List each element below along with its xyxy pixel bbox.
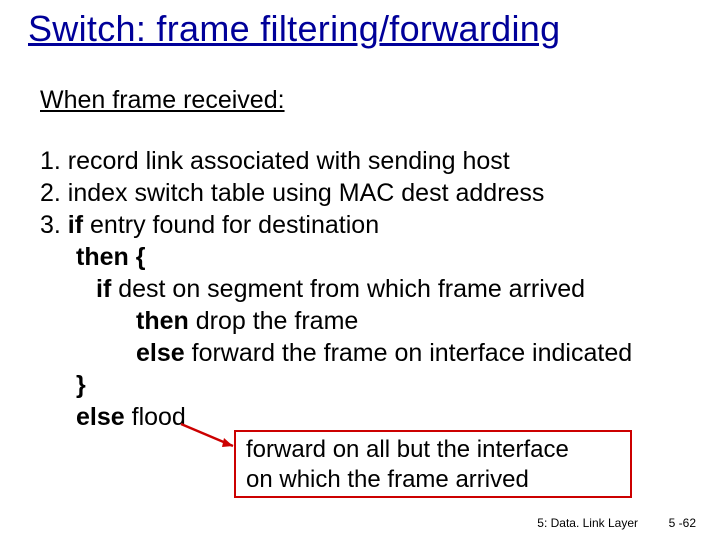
kw-outer-else: else bbox=[76, 403, 125, 431]
footer-page: 5 -62 bbox=[669, 516, 696, 530]
kw-inner-then: then bbox=[136, 307, 189, 335]
then-open: then { bbox=[40, 241, 680, 273]
kw-then-open: then { bbox=[76, 243, 145, 271]
inner-if-cond: dest on segment from which frame arrived bbox=[111, 275, 585, 303]
inner-else: else forward the frame on interface indi… bbox=[40, 337, 680, 369]
flood-callout: forward on all but the interface on whic… bbox=[234, 430, 632, 498]
inner-then: then drop the frame bbox=[40, 305, 680, 337]
inner-if: if dest on segment from which frame arri… bbox=[40, 273, 680, 305]
step-2: 2. index switch table using MAC dest add… bbox=[40, 177, 680, 209]
kw-if: if bbox=[68, 211, 83, 239]
slide-subhead: When frame received: bbox=[40, 86, 285, 115]
algorithm-body: 1. record link associated with sending h… bbox=[40, 145, 680, 433]
step-3: 3. if entry found for destination bbox=[40, 209, 680, 241]
close-brace: } bbox=[40, 369, 680, 401]
slide: Switch: frame filtering/forwarding When … bbox=[0, 0, 720, 540]
step-1: 1. record link associated with sending h… bbox=[40, 145, 680, 177]
footer-section: 5: Data. Link Layer bbox=[537, 516, 638, 530]
slide-title: Switch: frame filtering/forwarding bbox=[28, 8, 560, 50]
kw-inner-else: else bbox=[136, 339, 185, 367]
inner-else-action: forward the frame on interface indicated bbox=[185, 339, 632, 367]
step-3-num: 3. bbox=[40, 211, 68, 239]
step-3-cond: entry found for destination bbox=[83, 211, 379, 239]
callout-line1: forward on all but the interface bbox=[246, 435, 622, 465]
callout-line2: on which the frame arrived bbox=[246, 465, 622, 495]
outer-else-action: flood bbox=[125, 403, 186, 431]
outer-else: else flood bbox=[40, 401, 680, 433]
kw-inner-if: if bbox=[96, 275, 111, 303]
inner-then-action: drop the frame bbox=[189, 307, 359, 335]
